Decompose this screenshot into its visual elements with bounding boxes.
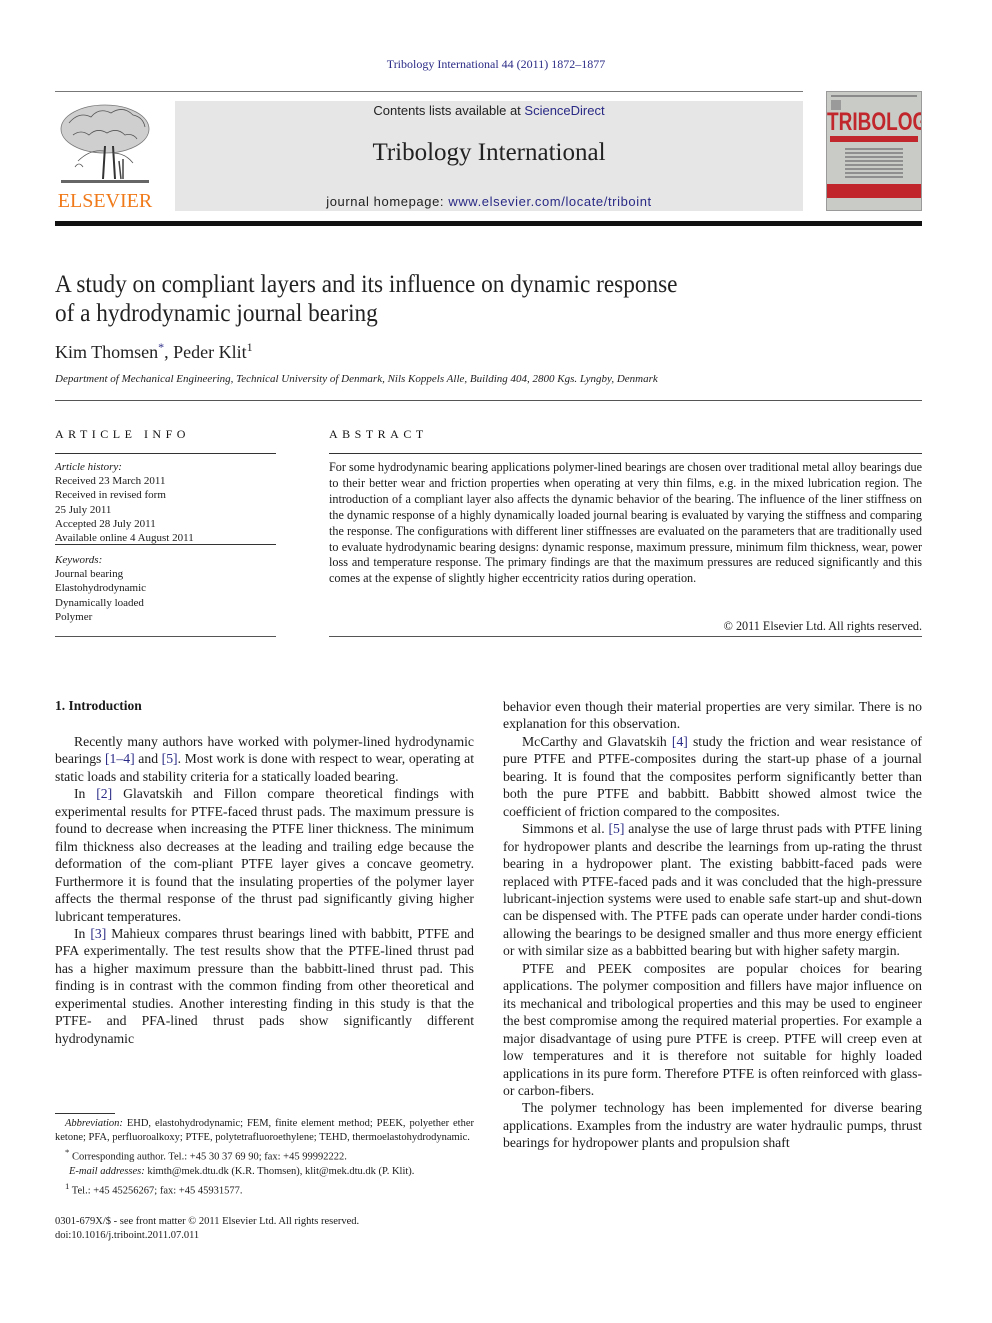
body-column-left: Recently many authors have worked with p… <box>55 733 474 1047</box>
doi-link[interactable]: doi:10.1016/j.triboint.2011.07.011 <box>55 1229 359 1243</box>
text: and <box>134 751 162 767</box>
paragraph: Recently many authors have worked with p… <box>55 733 474 785</box>
elsevier-wordmark: ELSEVIER <box>57 190 153 212</box>
cover-red-stripe <box>827 184 921 198</box>
homepage-line: journal homepage: www.elsevier.com/locat… <box>175 194 803 209</box>
article-title: A study on compliant layers and its infl… <box>55 270 799 328</box>
section-heading: 1. Introduction <box>55 698 142 713</box>
contents-prefix: Contents lists available at <box>373 103 525 118</box>
text: Mahieux compares thrust bearings lined w… <box>55 925 475 1046</box>
footnote-mark[interactable]: 1 <box>247 340 253 354</box>
keywords: Keywords: Journal bearing Elastohydrodyn… <box>55 553 276 624</box>
cover-text-lines <box>845 148 903 180</box>
front-matter: 0301-679X/$ - see front matter © 2011 El… <box>55 1215 359 1243</box>
author-name[interactable]: Peder Klit <box>173 342 247 362</box>
journal-title[interactable]: Tribology International <box>175 139 803 167</box>
journal-cover-thumbnail[interactable]: TRIBOLOGY <box>826 91 922 211</box>
citation-link[interactable]: [5] <box>608 821 624 836</box>
article-info-rule <box>55 544 276 545</box>
email-label: E-mail addresses: <box>69 1165 145 1177</box>
note-text: Tel.: +45 45256267; fax: +45 45931577. <box>69 1185 243 1196</box>
author-note: 1 Tel.: +45 45256267; fax: +45 45931577. <box>55 1179 474 1199</box>
article-info-rule <box>55 636 276 637</box>
text: analyse the use of large thrust pads wit… <box>503 821 922 959</box>
author-name[interactable]: Kim Thomsen <box>55 342 158 362</box>
article-history: Article history: Received 23 March 2011 … <box>55 460 276 545</box>
issn-line: 0301-679X/$ - see front matter © 2011 El… <box>55 1216 360 1227</box>
title-line-2: of a hydrodynamic journal bearing <box>55 300 378 327</box>
history-item: Received in revised form <box>55 489 166 502</box>
citation-link[interactable]: [5] <box>162 751 178 766</box>
author-separator: , <box>164 342 174 362</box>
text: Simmons et al. <box>522 821 609 837</box>
paragraph: Simmons et al. [5] analyse the use of la… <box>503 820 922 960</box>
abstract-text: For some hydrodynamic bearing applicatio… <box>329 460 922 586</box>
paragraph: McCarthy and Glavatskih [4] study the fr… <box>503 733 922 820</box>
history-label: Article history: <box>55 461 122 473</box>
keyword: Journal bearing <box>55 568 124 581</box>
corresponding-note: * Corresponding author. Tel.: +45 30 37 … <box>55 1145 474 1165</box>
cover-title: TRIBOLOGY <box>827 109 921 137</box>
article-info-heading: ARTICLE INFO <box>55 427 190 441</box>
abstract-rule <box>329 453 922 454</box>
corresponding-text: Corresponding author. Tel.: +45 30 37 69… <box>69 1151 347 1163</box>
abstract-copyright: © 2011 Elsevier Ltd. All rights reserved… <box>723 619 922 633</box>
paragraph: PTFE and PEEK composites are popular cho… <box>503 960 922 1098</box>
text: McCarthy and Glavatskih <box>522 733 672 749</box>
abbreviation-label: Abbreviation: <box>65 1118 123 1129</box>
cover-band <box>830 136 918 142</box>
text: In <box>74 925 91 941</box>
history-item: Accepted 28 July 2011 <box>55 517 156 530</box>
citation-link[interactable]: [1–4] <box>105 751 135 766</box>
journal-masthead: Contents lists available at ScienceDirec… <box>175 101 803 211</box>
homepage-prefix: journal homepage: <box>326 194 449 209</box>
keywords-label: Keywords: <box>55 554 103 566</box>
paragraph: The polymer technology has been implemen… <box>503 1100 922 1151</box>
affiliation-rule <box>55 400 922 401</box>
abstract-rule <box>329 636 922 637</box>
article-info-rule <box>55 453 276 454</box>
citation-link[interactable]: [4] <box>672 734 688 749</box>
header-thick-rule <box>55 221 922 226</box>
text: In <box>74 786 97 802</box>
cover-top-line <box>831 95 917 97</box>
contents-line: Contents lists available at ScienceDirec… <box>175 103 803 118</box>
title-line-1: A study on compliant layers and its infl… <box>55 271 678 298</box>
homepage-link[interactable]: www.elsevier.com/locate/triboint <box>448 194 651 209</box>
text: Glavatskih and Fillon compare theoretica… <box>55 786 474 924</box>
sciencedirect-link[interactable]: ScienceDirect <box>524 103 604 118</box>
paragraph: behavior even though their material prop… <box>503 699 922 732</box>
elsevier-logo[interactable]: ELSEVIER <box>55 101 155 213</box>
running-head[interactable]: Tribology International 44 (2011) 1872–1… <box>0 57 992 72</box>
keyword: Polymer <box>55 610 93 623</box>
body-column-right: behavior even though their material prop… <box>503 698 922 1152</box>
header-top-rule <box>55 91 803 92</box>
citation-link[interactable]: [3] <box>90 926 106 941</box>
keyword: Elastohydrodynamic <box>55 582 147 595</box>
abstract-heading: ABSTRACT <box>329 427 428 441</box>
footnotes: Abbreviation: EHD, elastohydrodynamic; F… <box>55 1117 474 1198</box>
footnote-rule <box>55 1113 115 1114</box>
email-note: E-mail addresses: kimth@mek.dtu.dk (K.R.… <box>55 1165 474 1179</box>
author-list: Kim Thomsen*, Peder Klit1 <box>55 340 253 363</box>
keyword: Dynamically loaded <box>55 596 144 609</box>
elsevier-tree-icon <box>60 104 150 183</box>
email-addresses[interactable]: kimth@mek.dtu.dk (K.R. Thomsen), klit@me… <box>145 1166 414 1177</box>
paragraph: In [3] Mahieux compares thrust bearings … <box>55 925 474 1047</box>
affiliation: Department of Mechanical Engineering, Te… <box>55 373 658 385</box>
history-item: Received 23 March 2011 <box>55 475 166 488</box>
paragraph: In [2] Glavatskih and Fillon compare the… <box>55 785 474 925</box>
citation-link[interactable]: [2] <box>96 786 112 801</box>
history-item: 25 July 2011 <box>55 503 112 516</box>
abbreviation-note: Abbreviation: EHD, elastohydrodynamic; F… <box>55 1117 474 1145</box>
